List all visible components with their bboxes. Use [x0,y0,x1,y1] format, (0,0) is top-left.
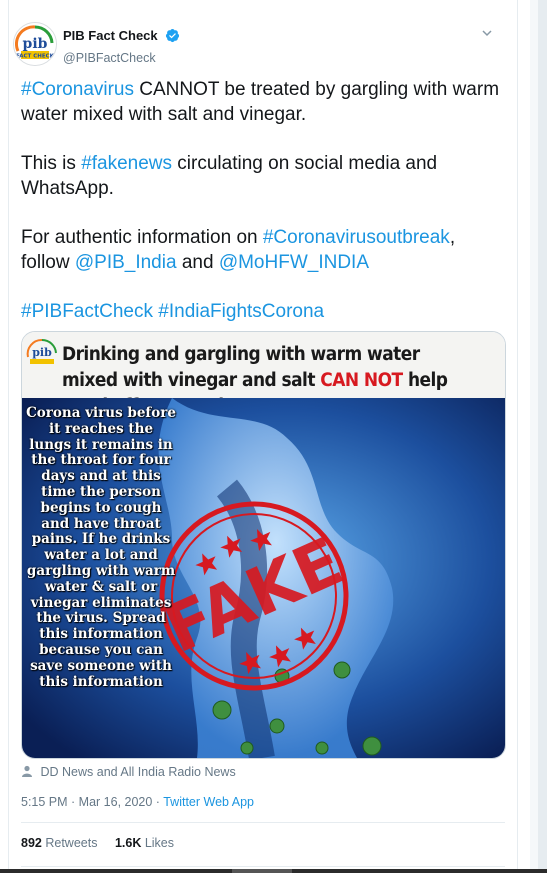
pib-logo-icon: pib FACT CHECK [14,23,56,65]
likes-label: Likes [144,836,175,850]
author-handle[interactable]: @PIBFactCheck [63,51,180,65]
svg-text:pib: pib [32,346,52,359]
likes-count: 1.6K [114,836,142,850]
horizontal-scrollbar[interactable] [0,869,547,873]
media-banner: pib Drinking and gargling with warm wate… [22,332,505,417]
meta-separator: · [152,795,164,809]
divider [21,822,505,823]
pib-logo-small-icon: pib [26,338,57,364]
hashtag-indiafightscorona[interactable]: #IndiaFightsCorona [158,301,324,322]
likes-stat[interactable]: 1.6K Likes [115,836,174,850]
mention-mohfw-india[interactable]: @MoHFW_INDIA [219,252,369,273]
media-body-text: Corona virus before it reaches the lungs… [26,405,176,690]
retweets-stat[interactable]: 892 Retweets [21,836,97,850]
source-text: DD News and All India Radio News [40,765,236,779]
chevron-down-icon[interactable] [481,26,493,44]
tweet-meta: 5:15 PM · Mar 16, 2020 · Twitter Web App [21,795,254,809]
tweet-text-line3-pre: For authentic information on [21,227,263,248]
tweet-text-line2-pre: This is [21,153,82,174]
tweet-text-and: and [176,251,219,273]
author-display-name[interactable]: PIB Fact Check [63,28,158,43]
verified-badge-icon [165,28,180,48]
svg-text:pib: pib [23,36,48,52]
tweet-stats: 892 Retweets 1.6K Likes [21,836,188,850]
retweets-label: Retweets [45,836,98,850]
person-icon [21,765,40,779]
tweet-media-image[interactable]: pib Drinking and gargling with warm wate… [21,331,506,759]
scrollbar-thumb[interactable] [232,869,292,873]
page-scrollbar[interactable] [530,0,547,873]
tweet-header: pib FACT CHECK PIB Fact Check @PIBFactCh… [13,22,493,66]
avatar[interactable]: pib FACT CHECK [13,22,57,66]
hashtag-coronavirus[interactable]: #Coronavirus [21,79,134,100]
hashtag-fakenews[interactable]: #fakenews [81,153,172,174]
hashtag-coronavirusoutbreak[interactable]: #Coronavirusoutbreak [263,227,450,248]
divider-bottom [21,866,505,867]
tweet-timestamp[interactable]: 5:15 PM · Mar 16, 2020 [21,795,152,809]
source-attribution: DD News and All India Radio News [21,765,236,779]
mention-pib-india[interactable]: @PIB_India [75,252,177,273]
tweet-text: #Coronavirus CANNOT be treated by gargli… [21,78,501,350]
hashtag-pibfactcheck[interactable]: #PIBFactCheck [21,301,153,322]
retweets-count: 892 [21,836,42,850]
svg-text:FACT CHECK: FACT CHECK [16,54,55,60]
tweet-client-link[interactable]: Twitter Web App [163,795,254,809]
